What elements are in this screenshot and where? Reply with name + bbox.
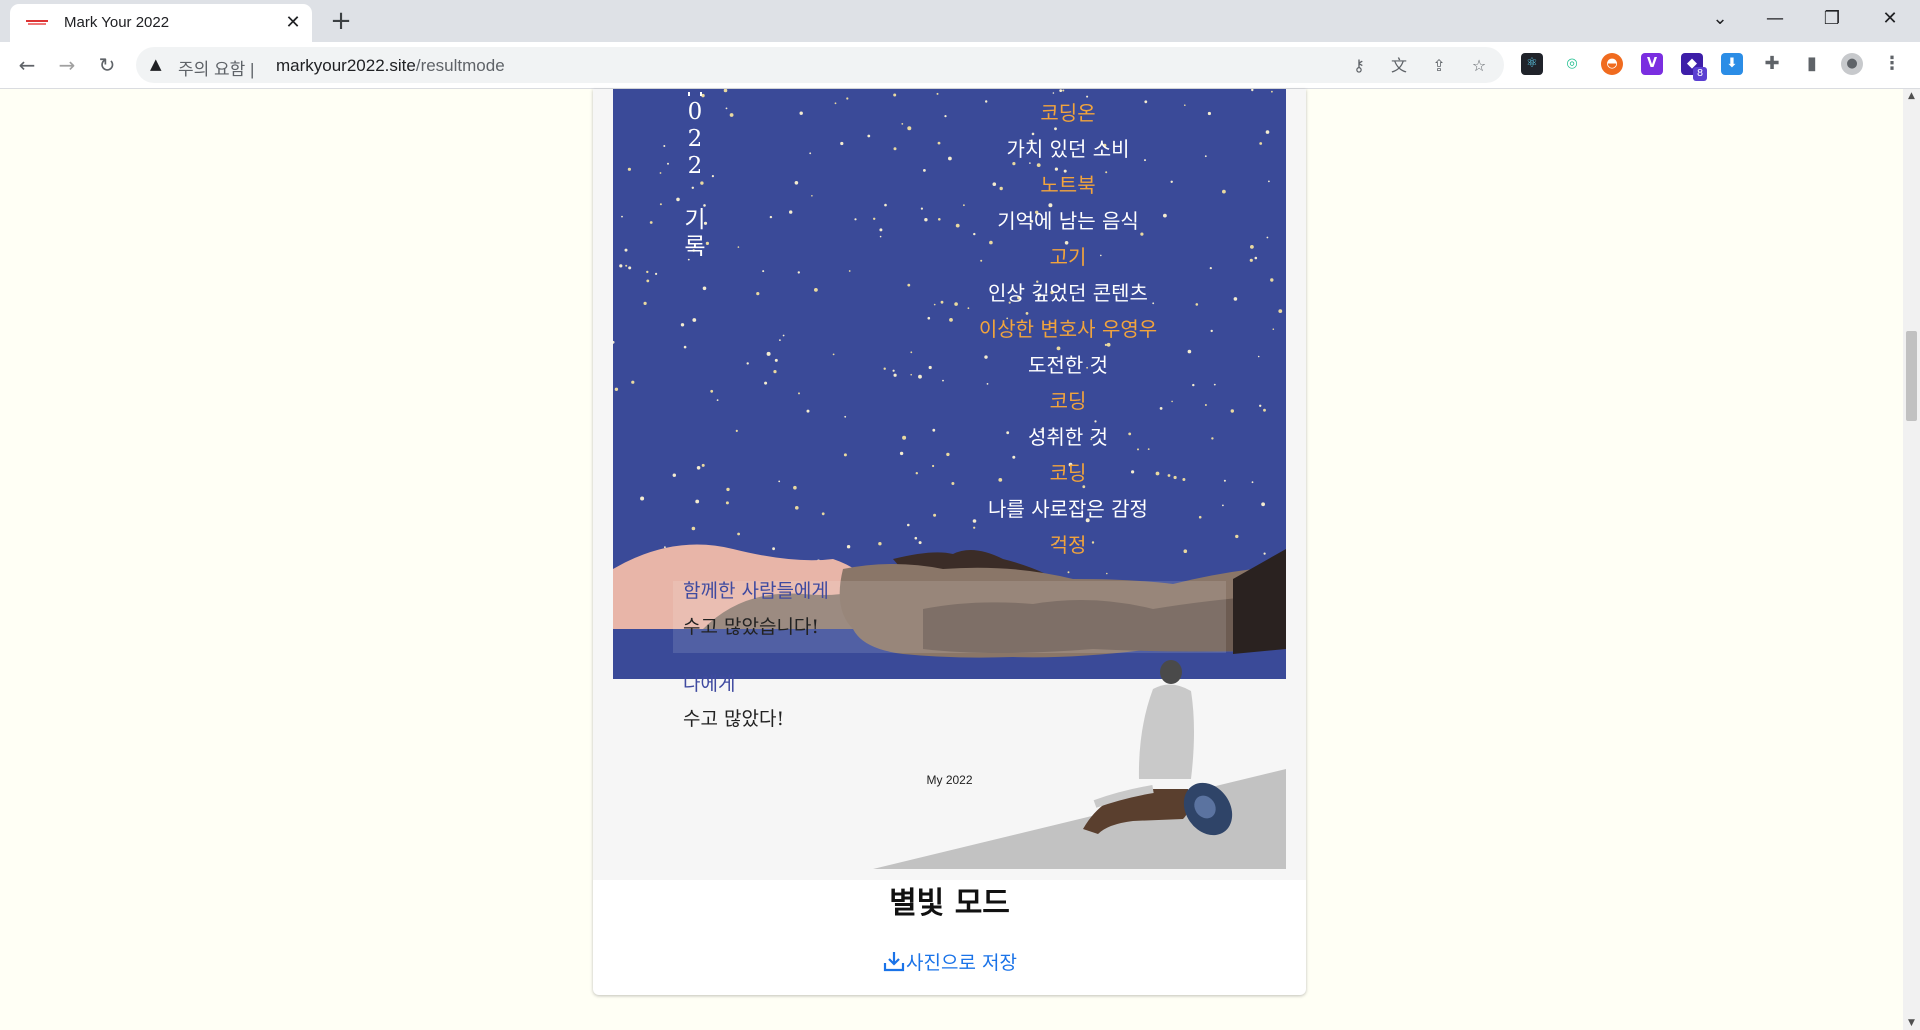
forward-arrow-icon[interactable]: → (52, 50, 82, 80)
address-bar[interactable]: ▲ 주의 요함 | markyour2022.site/resultmode ⚷… (136, 47, 1504, 83)
scroll-down-arrow-icon[interactable]: ▼ (1903, 1018, 1920, 1028)
browser-tab[interactable]: Mark Your 2022 ✕ (10, 4, 312, 42)
mode-title: 별빛 모드 (889, 886, 1010, 921)
message-to-others-label: 함께한 사람들에게 (683, 580, 829, 602)
key-icon[interactable]: ⚷ (1348, 55, 1370, 77)
download-extension-icon[interactable]: ⬇ (1721, 53, 1743, 75)
extension-circle-icon[interactable]: ◎ (1561, 53, 1583, 75)
minimize-button[interactable]: — (1755, 6, 1795, 32)
result-poster: 0 2 2 기 록 코딩온 가치 있던 소비 노트북 기억에 남는 음식 고기 … (593, 89, 1306, 880)
puzzle-icon[interactable]: ✚ (1761, 53, 1783, 75)
page-scrollbar[interactable]: ▲ ▼ (1903, 89, 1920, 1030)
kebab-menu-icon[interactable]: ⋮ (1881, 53, 1903, 75)
reload-icon[interactable]: ↻ (92, 50, 122, 80)
poster-footer-tag: My 2022 (926, 773, 973, 787)
site-favicon-icon (26, 20, 48, 25)
save-as-image-link[interactable]: 사진으로 저장 (593, 948, 1306, 978)
star-icon[interactable]: ☆ (1468, 55, 1490, 77)
tab-title: Mark Your 2022 (64, 14, 170, 31)
download-icon (882, 949, 906, 978)
message-to-me: 수고 많았다! (683, 708, 785, 730)
message-to-others: 수고 많았습니다! (683, 616, 820, 638)
extension-badge: 8 (1693, 67, 1707, 81)
back-arrow-icon[interactable]: ← (12, 50, 42, 80)
warning-triangle-icon[interactable]: ▲ (150, 55, 162, 73)
scroll-up-arrow-icon[interactable]: ▲ (1903, 91, 1920, 101)
tab-close-icon[interactable]: ✕ (282, 12, 304, 33)
react-devtools-icon[interactable]: ⚛ (1521, 53, 1543, 75)
share-icon[interactable]: ⇪ (1428, 55, 1450, 77)
browser-toolbar: ← → ↻ ▲ 주의 요함 | markyour2022.site/result… (0, 42, 1920, 89)
extension-orange-icon[interactable]: ◓ (1601, 53, 1623, 75)
window-close-button[interactable]: ✕ (1870, 6, 1910, 32)
extension-v-icon[interactable]: V (1641, 53, 1663, 75)
new-tab-button[interactable]: + (326, 6, 356, 36)
side-panel-icon[interactable]: ▮ (1801, 53, 1823, 75)
message-to-me-label: 나에게 (683, 673, 736, 695)
save-as-image-label: 사진으로 저장 (906, 952, 1017, 974)
scrollbar-thumb[interactable] (1906, 331, 1917, 421)
tab-strip: Mark Your 2022 ✕ + ⌄ — ❐ ✕ (0, 0, 1920, 42)
translate-icon[interactable]: 文 (1388, 55, 1410, 77)
security-label[interactable]: 주의 요함 | (178, 55, 254, 80)
url-text[interactable]: markyour2022.site/resultmode (276, 56, 505, 76)
tab-search-icon[interactable]: ⌄ (1700, 6, 1740, 32)
mountain-illustration (613, 544, 1286, 869)
restore-button[interactable]: ❐ (1812, 6, 1852, 32)
profile-icon[interactable]: ● (1841, 53, 1863, 75)
